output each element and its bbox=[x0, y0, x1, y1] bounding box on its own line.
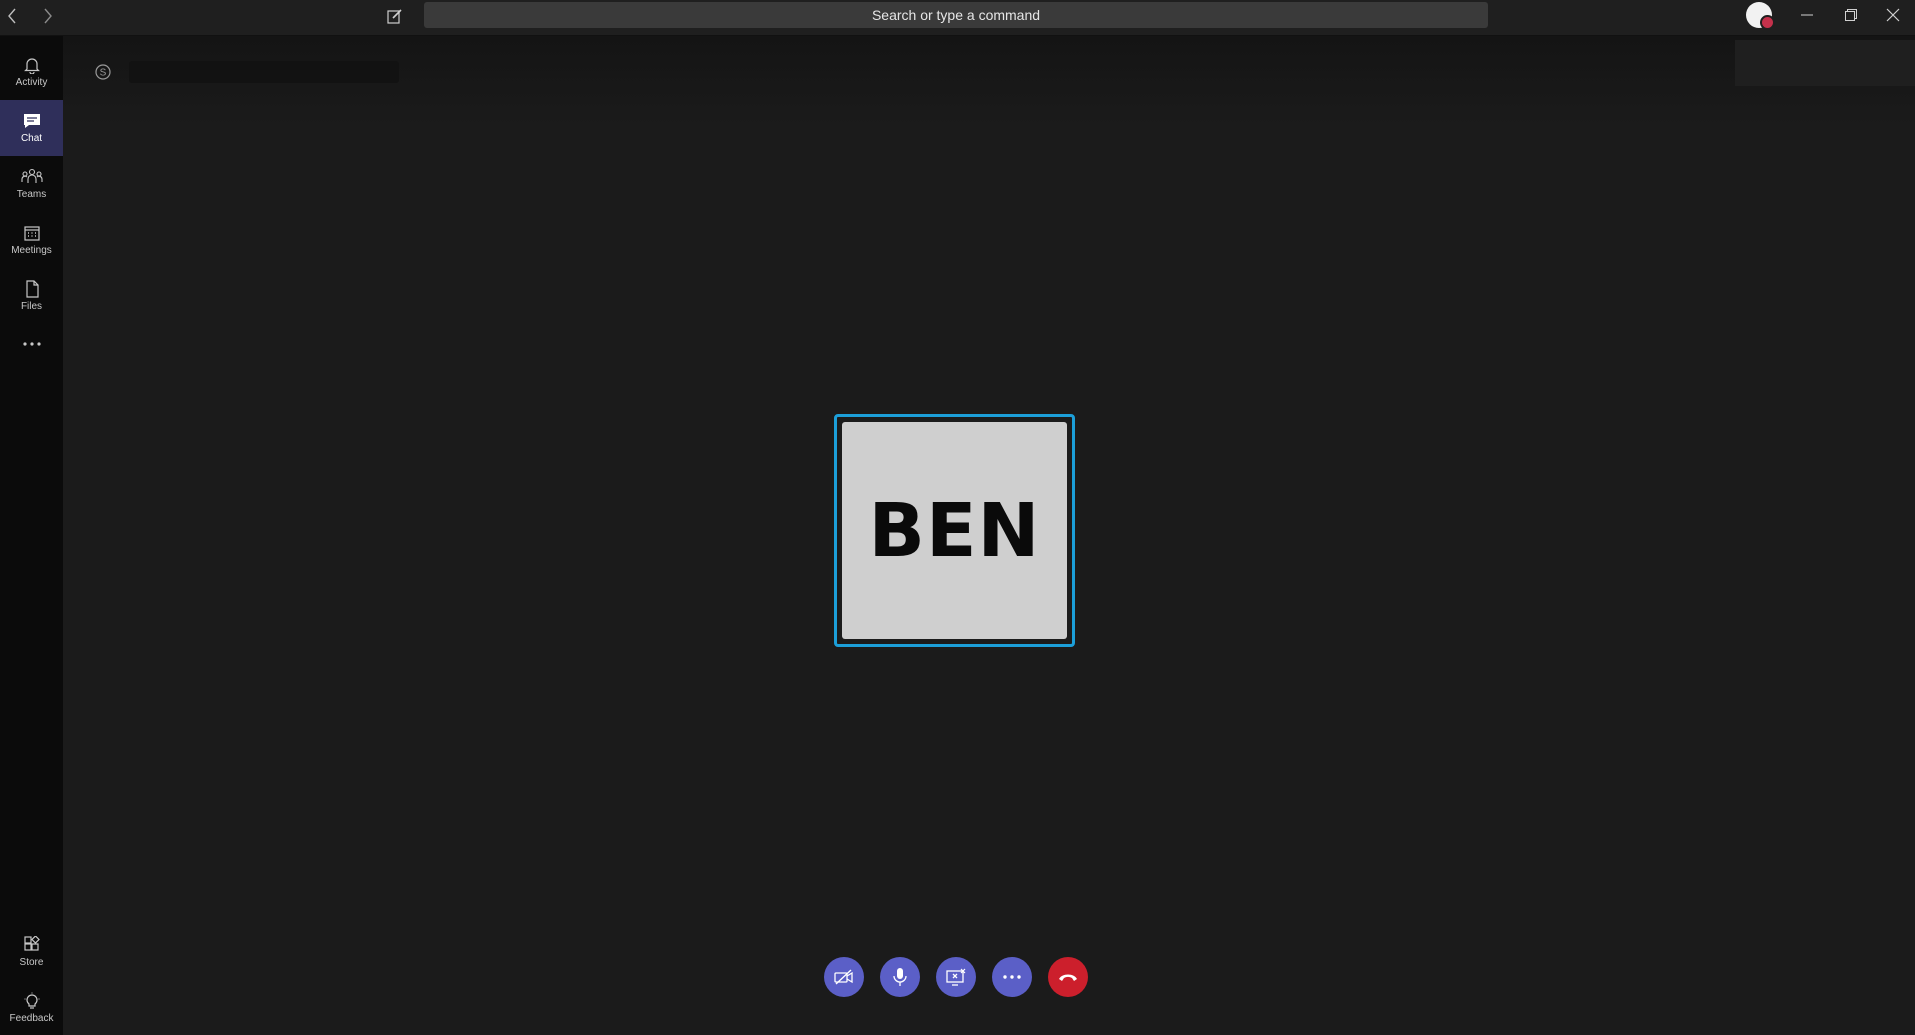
rail-label-activity: Activity bbox=[15, 77, 48, 88]
mic-toggle-button[interactable] bbox=[880, 957, 920, 997]
camera-toggle-button[interactable] bbox=[824, 957, 864, 997]
teams-icon bbox=[20, 168, 43, 183]
share-screen-button[interactable] bbox=[936, 957, 976, 997]
chevron-right-icon bbox=[44, 8, 52, 24]
rail-label-store: Store bbox=[19, 957, 44, 968]
call-header: S bbox=[63, 36, 1915, 126]
skype-icon: S bbox=[92, 61, 114, 83]
rail-item-feedback[interactable]: Feedback bbox=[0, 980, 63, 1035]
rail-item-files[interactable]: Files bbox=[0, 268, 63, 324]
rail-item-activity[interactable]: Activity bbox=[0, 44, 63, 100]
forward-button[interactable] bbox=[36, 4, 60, 28]
search-placeholder: Search or type a command bbox=[871, 7, 1041, 23]
more-horizontal-icon bbox=[1003, 975, 1021, 979]
rail-label-feedback: Feedback bbox=[9, 1013, 54, 1024]
phone-hangup-icon bbox=[1059, 974, 1077, 981]
rail-item-chat[interactable]: Chat bbox=[0, 100, 63, 156]
back-button[interactable] bbox=[0, 4, 24, 28]
microphone-icon bbox=[893, 968, 907, 986]
hang-up-button[interactable] bbox=[1048, 957, 1088, 997]
call-title-bar bbox=[129, 61, 399, 83]
call-header-panel bbox=[1735, 40, 1915, 86]
rail-item-meetings[interactable]: Meetings bbox=[0, 212, 63, 268]
participant-name: BEN bbox=[868, 487, 1041, 574]
rail-item-store[interactable]: Store bbox=[0, 924, 63, 980]
presence-busy-icon bbox=[1760, 15, 1775, 30]
new-chat-button[interactable] bbox=[383, 4, 407, 28]
rail-item-teams[interactable]: Teams bbox=[0, 156, 63, 212]
rail-label-chat: Chat bbox=[20, 133, 43, 144]
title-bar: Search or type a command bbox=[0, 0, 1915, 36]
store-icon bbox=[23, 936, 40, 951]
camera-off-icon bbox=[834, 969, 853, 985]
lightbulb-icon bbox=[24, 992, 39, 1009]
call-stage: S BEN bbox=[63, 36, 1915, 1033]
svg-text:S: S bbox=[100, 68, 107, 79]
minimize-button[interactable] bbox=[1785, 0, 1829, 30]
rail-more-apps[interactable] bbox=[0, 324, 63, 364]
chevron-left-icon bbox=[8, 8, 16, 24]
chat-icon bbox=[23, 114, 40, 128]
restore-button[interactable] bbox=[1829, 0, 1873, 30]
file-icon bbox=[25, 280, 39, 298]
app-bar: Activity Chat Teams Meetings Files Store… bbox=[0, 36, 63, 1035]
restore-icon bbox=[1845, 9, 1857, 21]
bell-icon bbox=[23, 58, 40, 74]
teams-window: Search or type a command Activity Chat T… bbox=[0, 0, 1915, 1035]
rail-label-files: Files bbox=[20, 301, 43, 312]
more-horizontal-icon bbox=[22, 342, 41, 346]
rail-label-teams: Teams bbox=[16, 189, 47, 200]
calendar-icon bbox=[23, 226, 40, 241]
participant-tile[interactable]: BEN bbox=[834, 414, 1075, 647]
search-input[interactable]: Search or type a command bbox=[424, 2, 1488, 28]
rail-label-meetings: Meetings bbox=[11, 245, 52, 256]
profile-avatar[interactable] bbox=[1746, 2, 1775, 30]
share-screen-stop-icon bbox=[946, 968, 966, 986]
minimize-icon bbox=[1801, 14, 1813, 16]
call-controls bbox=[824, 957, 1104, 997]
participant-avatar: BEN bbox=[842, 422, 1067, 639]
close-button[interactable] bbox=[1871, 0, 1915, 30]
more-options-button[interactable] bbox=[992, 957, 1032, 997]
close-icon bbox=[1886, 8, 1900, 22]
compose-icon bbox=[387, 9, 402, 24]
